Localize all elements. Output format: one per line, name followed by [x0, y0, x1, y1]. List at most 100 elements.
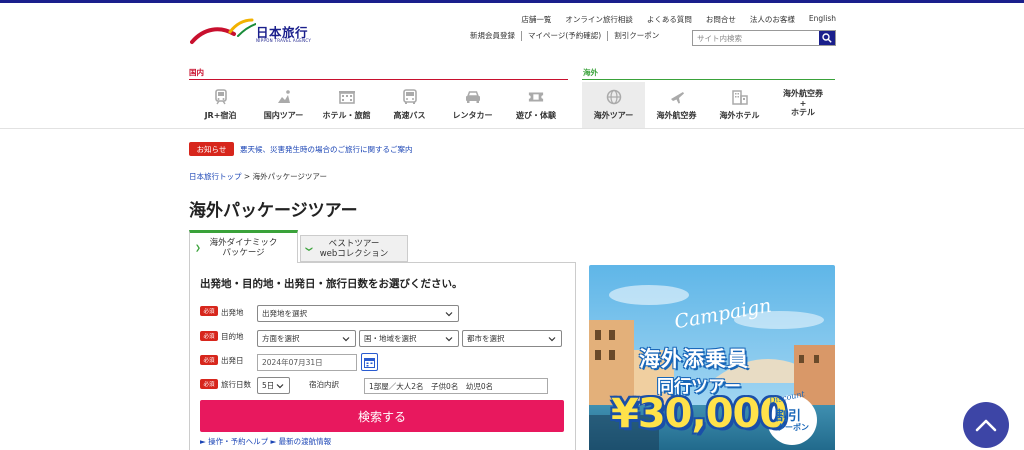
nav-label: レンタカー [452, 111, 493, 120]
banner-amount: ¥30,000 [611, 391, 787, 437]
logo[interactable]: 日本旅行 NIPPON TRAVEL AGENCY [190, 14, 315, 48]
hotel-icon [338, 89, 355, 105]
logo-swoosh-icon [190, 18, 256, 44]
util-link-online-consult[interactable]: オンライン旅行相談 [565, 14, 633, 25]
link-coupon[interactable]: 割引クーポン [608, 31, 665, 41]
domestic-divider [189, 79, 568, 80]
nav-rental-car[interactable]: レンタカー [441, 82, 504, 128]
departure-date-value: 2024年07月31日 [262, 358, 323, 367]
link-mypage[interactable]: マイページ(予約確認) [522, 31, 609, 41]
util-link-contact[interactable]: お問合せ [706, 14, 736, 25]
utility-nav: 店舗一覧 オンライン旅行相談 よくある質問 お問合せ 法人のお客様 Englis… [521, 14, 836, 25]
departure-select-value: 出発地を選択 [262, 309, 307, 318]
banner-headline: 海外添乗員 [639, 347, 749, 371]
breadcrumb-home[interactable]: 日本旅行トップ [189, 172, 242, 181]
header-divider [0, 128, 1024, 129]
nav-hotel-ryokan[interactable]: ホテル・旅館 [315, 82, 378, 128]
help-links[interactable]: ► 操作・予約ヘルプ ► 最新の渡航情報 [200, 436, 331, 447]
chevron-down-icon [548, 337, 556, 342]
tab-label-line: ベストツアー [328, 239, 380, 249]
direction-select[interactable]: 方面を選択 [257, 330, 356, 347]
country-select[interactable]: 国・地域を選択 [359, 330, 459, 347]
calendar-button[interactable] [361, 353, 378, 371]
util-link-faq[interactable]: よくある質問 [647, 14, 692, 25]
nav-label: JR+宿泊 [204, 111, 237, 120]
train-icon [213, 89, 229, 105]
nav-overseas-hotel[interactable]: 海外ホテル [708, 82, 771, 128]
tab-label-line: webコレクション [319, 249, 389, 259]
banner-coupon-sublabel: クーポン [777, 423, 809, 432]
airplane-icon [669, 89, 685, 105]
nav-domestic-tour[interactable]: 国内ツアー [252, 82, 315, 128]
notice-link[interactable]: 悪天候、災害発生時の場合のご旅行に関するご案内 [240, 144, 413, 155]
overseas-label: 海外 [583, 68, 598, 77]
search-submit-button[interactable]: 検索する [200, 400, 564, 432]
city-select-value: 都市を選択 [467, 334, 505, 343]
form-title: 出発地・目的地・出発日・旅行日数をお選びください。 [200, 278, 463, 290]
chevron-down-icon [445, 337, 453, 342]
guests-input[interactable]: 1部屋／大人2名 子供0名 幼児0名 [364, 378, 548, 394]
chevron-down-icon [445, 312, 453, 317]
chevron-right-icon: ❯ [195, 244, 201, 252]
departure-label: 出発地 [221, 308, 244, 317]
campaign-banner[interactable]: Campaign 海外添乗員 同行ツアー ¥30,000 Discount 割引… [589, 265, 835, 450]
destination-label: 目的地 [221, 332, 244, 341]
nav-label-line: + [799, 98, 807, 108]
breadcrumb-current: 海外パッケージツアー [252, 172, 327, 181]
city-select[interactable]: 都市を選択 [462, 330, 562, 347]
search-button[interactable] [819, 31, 835, 45]
overseas-divider [582, 79, 835, 80]
site-search-input[interactable] [693, 31, 819, 45]
ticket-icon [528, 89, 544, 105]
globe-icon [606, 89, 622, 105]
required-badge: 必須 [200, 355, 218, 365]
guests-label: 宿泊内訳 [309, 380, 339, 389]
top-accent-bar [0, 0, 1024, 3]
tab-label-line: パッケージ [222, 248, 265, 258]
nav-label: 海外航空券 [656, 111, 697, 120]
bus-icon [402, 89, 418, 105]
car-icon [465, 89, 481, 105]
nav-jr-hotel[interactable]: JR+宿泊 [189, 82, 252, 128]
nav-activities[interactable]: 遊び・体験 [504, 82, 568, 128]
tab-best-tour[interactable]: ❯ ベストツアー webコレクション [300, 235, 408, 262]
nav-overseas-flight[interactable]: 海外航空券 [645, 82, 708, 128]
nav-label-multi: 海外航空券 + ホテル [783, 89, 823, 118]
chevron-down-icon [276, 384, 284, 389]
duration-label: 旅行日数 [221, 380, 251, 389]
util-link-corporate[interactable]: 法人のお客様 [750, 14, 795, 25]
nav-highway-bus[interactable]: 高速バス [378, 82, 441, 128]
departure-date-input[interactable]: 2024年07月31日 [257, 354, 357, 371]
page-title: 海外パッケージツアー [189, 201, 358, 221]
util-link-english[interactable]: English [809, 14, 836, 25]
departure-select[interactable]: 出発地を選択 [257, 305, 459, 322]
sightseeing-icon [276, 89, 292, 105]
site-search [692, 30, 836, 46]
nav-flight-plus-hotel[interactable]: 海外航空券 + ホテル [771, 82, 835, 128]
calendar-icon [364, 357, 375, 368]
search-icon [822, 33, 832, 43]
nav-label: 遊び・体験 [516, 111, 556, 120]
required-badge: 必須 [200, 306, 218, 316]
notice-badge: お知らせ [189, 142, 234, 156]
tab-label-line: 海外ダイナミック [209, 238, 278, 248]
building-icon [731, 89, 748, 105]
tab-dynamic-package[interactable]: ❯ 海外ダイナミック パッケージ [189, 230, 298, 263]
date-label: 出発日 [221, 356, 244, 365]
nav-overseas-tour[interactable]: 海外ツアー [582, 82, 645, 128]
country-select-value: 国・地域を選択 [364, 334, 417, 343]
nav-label-line: 海外航空券 [783, 89, 823, 98]
duration-select[interactable]: 5日 [257, 377, 290, 394]
link-register[interactable]: 新規会員登録 [470, 31, 522, 41]
breadcrumb: 日本旅行トップ > 海外パッケージツアー [189, 171, 327, 182]
scroll-to-top-button[interactable] [963, 402, 1009, 448]
guests-value: 1部屋／大人2名 子供0名 幼児0名 [369, 381, 494, 391]
nav-label: 海外ツアー [593, 111, 634, 120]
nav-label: 国内ツアー [263, 111, 304, 120]
breadcrumb-separator: > [243, 172, 251, 181]
direction-select-value: 方面を選択 [262, 334, 300, 343]
duration-select-value: 5日 [262, 381, 275, 390]
required-badge: 必須 [200, 379, 218, 389]
chevron-down-icon [342, 337, 350, 342]
util-link-stores[interactable]: 店舗一覧 [521, 14, 551, 25]
